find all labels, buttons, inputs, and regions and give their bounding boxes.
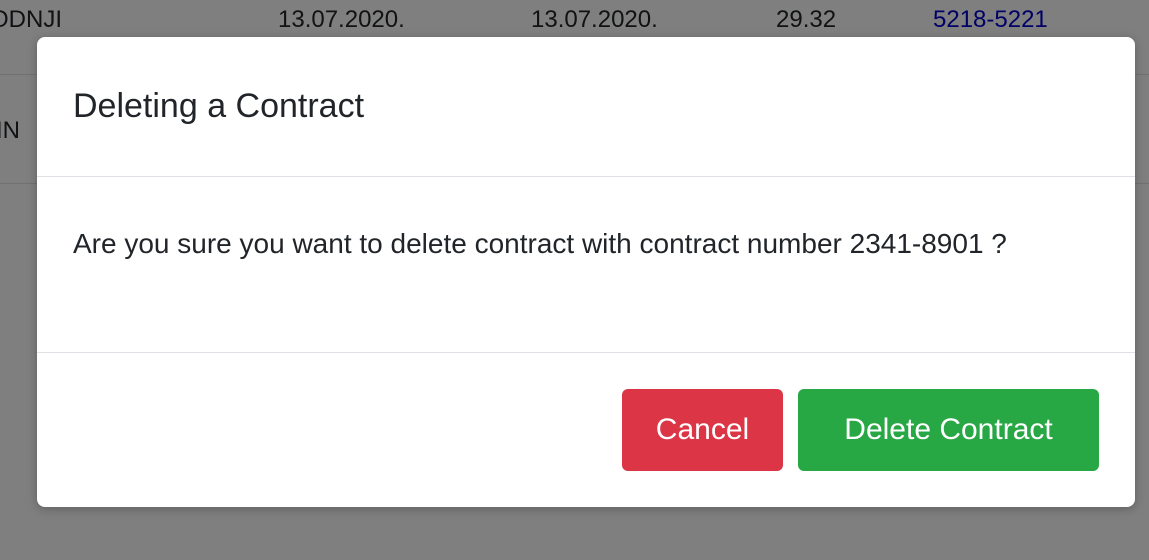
delete-contract-modal: Deleting a Contract Are you sure you wan…	[37, 37, 1135, 507]
confirmation-message: Are you sure you want to delete contract…	[73, 228, 1007, 259]
modal-title: Deleting a Contract	[73, 87, 365, 125]
modal-body: Are you sure you want to delete contract…	[37, 177, 1135, 353]
delete-contract-button[interactable]: Delete Contract	[798, 389, 1099, 471]
modal-footer: Cancel Delete Contract	[37, 353, 1135, 507]
modal-header: Deleting a Contract	[37, 37, 1135, 177]
page: ODNJI 13.07.2020. 13.07.2020. 29.32 5218…	[0, 0, 1149, 560]
cancel-button[interactable]: Cancel	[622, 389, 783, 471]
